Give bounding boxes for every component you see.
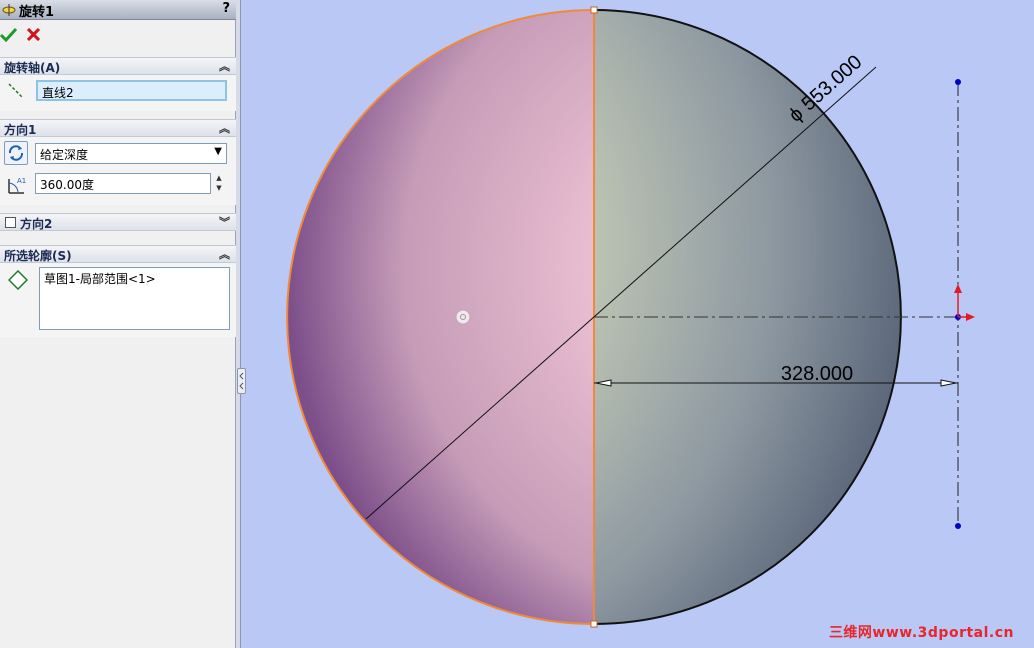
axis-section-label: 旋转轴(A) [4,61,61,75]
direction2-checkbox[interactable] [5,217,16,228]
direction1-section-header[interactable]: 方向1 ︽ [0,119,236,137]
contours-section-header[interactable]: 所选轮廓(S) ︽ [0,245,236,263]
direction2-section-header[interactable]: 方向2 ︾ [0,213,236,231]
angle-icon: A1 [8,177,26,194]
dimension-arrow-right [940,379,957,387]
chevron-down-icon[interactable]: ▼ [214,146,222,157]
contour-diamond-icon [8,270,28,290]
watermark-text: 三维网www.3dportal.cn [828,625,1014,641]
angle-value: 360.00度 [40,178,94,192]
direction1-section-body: 给定深度 ▼ A1 360.00度 ▲ ▼ [0,137,236,205]
rotate-arrows-icon [8,145,24,161]
collapse-icon[interactable]: ︽ [219,120,230,136]
axis-selection-field[interactable]: 直线2 [36,80,227,101]
revolve-feature-icon [2,4,16,16]
sketch-endpoint-bottom[interactable] [590,620,598,628]
axis-endpoint-top[interactable] [955,79,961,85]
ok-check-icon[interactable] [0,28,17,42]
expand-icon[interactable]: ︾ [219,214,230,230]
collapse-icon[interactable]: ︽ [219,58,230,74]
end-condition-value: 给定深度 [40,148,89,162]
angle-input[interactable]: 360.00度 [35,173,211,194]
contours-section-label: 所选轮廓(S) [4,249,72,263]
line-axis-icon [8,83,24,99]
sketch-endpoint-top[interactable] [590,6,598,14]
panel-title: 旋转1 [19,5,55,20]
direction1-section-label: 方向1 [4,123,37,137]
axis-section-body: 直线2 [0,75,236,111]
axis-selection-value: 直线2 [42,86,74,100]
confirm-row [0,20,236,52]
reverse-direction-button[interactable] [4,141,28,165]
origin-marker [455,309,471,325]
cancel-x-icon[interactable] [27,28,40,41]
help-button[interactable]: ? [222,1,230,16]
distance-dimension-text[interactable]: 328.000 [781,363,853,385]
contours-list[interactable]: 草图1-局部范围<1> [39,267,230,330]
contour-list-item[interactable]: 草图1-局部范围<1> [44,270,225,287]
collapse-icon[interactable]: ︽ [219,246,230,262]
axis-section-header[interactable]: 旋转轴(A) ︽ [0,57,236,75]
angle-spinner[interactable]: ▲ ▼ [213,173,225,194]
svg-text:A1: A1 [17,177,26,185]
graphics-viewport[interactable]: ϕ553.000 328.000 [241,0,1034,648]
property-manager-panel: 旋转1 ? 旋转轴(A) ︽ 直线2 方向1 ︽ 给定深度 ▼ A1 360.0… [0,0,236,648]
direction2-section-label: 方向2 [20,217,53,231]
contours-section-body: 草图1-局部范围<1> [0,263,236,337]
axis-endpoint-bottom[interactable] [955,523,961,529]
end-condition-select[interactable]: 给定深度 ▼ [35,143,227,164]
panel-titlebar: 旋转1 ? [0,0,236,20]
